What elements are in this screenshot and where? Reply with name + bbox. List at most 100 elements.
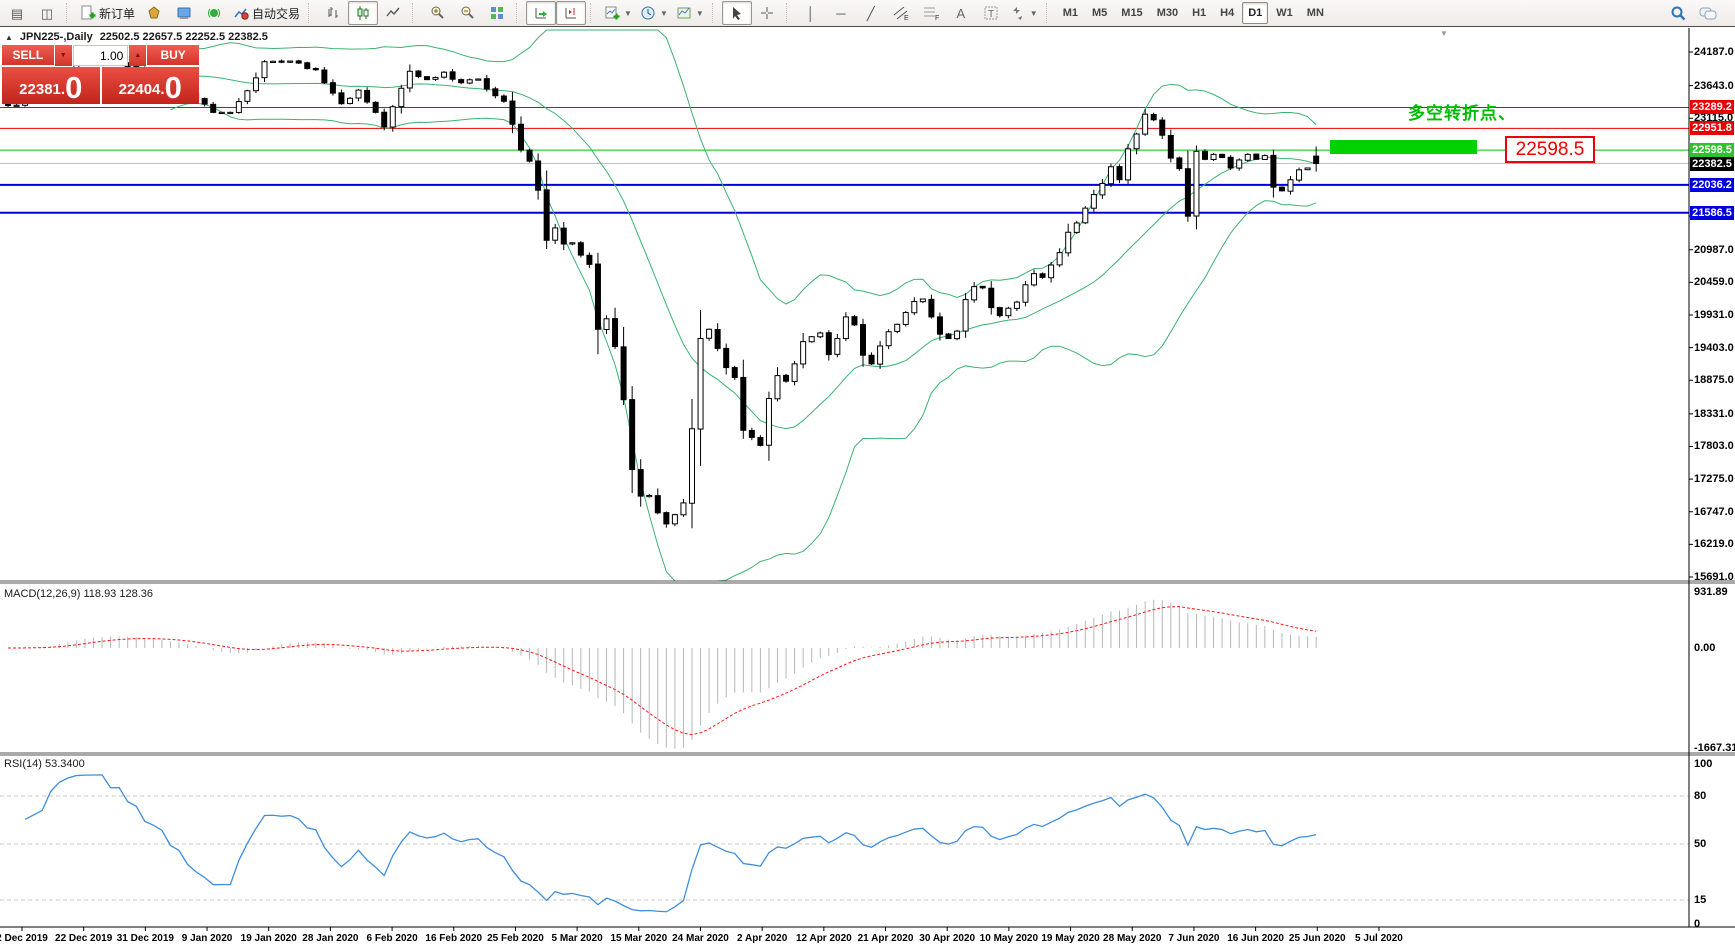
indicators-button[interactable]: ▼ (600, 1, 636, 25)
turning-point-annotation[interactable]: 多空转折点、 (1408, 99, 1516, 124)
date-axis-label: 28 Jan 2020 (302, 933, 358, 944)
arrows-button[interactable]: ▼ (1006, 1, 1042, 25)
search-icon[interactable] (1663, 1, 1693, 25)
date-axis-label: 15 Mar 2020 (610, 933, 667, 944)
indicators-icon (604, 5, 620, 21)
price-axis-tick: 15691.0 (1694, 571, 1734, 584)
volume-increase-button[interactable]: ▲ (129, 45, 146, 66)
templates-button[interactable]: ▼ (672, 1, 708, 25)
periods-icon (640, 5, 656, 21)
autotrading-label: 自动交易 (252, 5, 300, 22)
rsi-axis-tick: 15 (1694, 894, 1706, 907)
date-axis-label: 28 May 2020 (1103, 933, 1161, 944)
date-axis-label: 12 Apr 2020 (796, 933, 852, 944)
date-axis-label: 30 Apr 2020 (919, 933, 975, 944)
date-axis-label: 22 Dec 2019 (55, 933, 112, 944)
chart-shift-marker-icon[interactable]: ▼ (1440, 29, 1448, 38)
rsi-axis-tick: 80 (1694, 790, 1706, 803)
chart-shift-icon[interactable] (556, 1, 586, 25)
macd-axis-tick: -1667.31 (1694, 742, 1735, 755)
signals-icon[interactable] (199, 1, 229, 25)
price-badge: 21586.5 (1690, 206, 1734, 220)
date-axis-label: 19 May 2020 (1041, 933, 1099, 944)
macd-axis-tick: 931.89 (1694, 586, 1728, 599)
cursor-icon[interactable] (722, 1, 752, 25)
price-axis-tick: 24187.0 (1694, 46, 1734, 59)
price-axis-tick: 16747.0 (1694, 506, 1734, 519)
buy-price-main: 22404 (119, 77, 161, 103)
text-icon[interactable]: A (946, 1, 976, 25)
new-order-button[interactable]: 新订单 (76, 1, 139, 25)
sell-button[interactable]: SELL (2, 45, 54, 66)
timeframe-w1[interactable]: W1 (1270, 2, 1299, 24)
date-axis-label: 16 Feb 2020 (425, 933, 482, 944)
timeframe-h1[interactable]: H1 (1186, 2, 1212, 24)
price-level-label-box[interactable]: 22598.5 (1505, 136, 1595, 163)
market-watch-icon[interactable]: ▤ (2, 1, 32, 25)
tile-windows-icon[interactable] (482, 1, 512, 25)
sell-price-pips: 0 (65, 73, 82, 103)
timeframe-h4[interactable]: H4 (1214, 2, 1240, 24)
text-label-icon[interactable]: T (976, 1, 1006, 25)
order-controls-row: SELL ▼ 1.00 ▲ BUY (2, 45, 199, 66)
trendline-icon[interactable]: ╱ (856, 1, 886, 25)
data-window-icon[interactable]: ◫ (32, 1, 62, 25)
date-axis-label: 25 Feb 2020 (487, 933, 544, 944)
price-axis-tick: 23643.0 (1694, 80, 1734, 93)
profiles-icon[interactable] (169, 1, 199, 25)
line-chart-icon[interactable] (378, 1, 408, 25)
new-order-icon (80, 5, 96, 21)
volume-decrease-button[interactable]: ▼ (55, 45, 72, 66)
date-axis-label: 5 Jul 2020 (1355, 933, 1403, 944)
periods-button[interactable]: ▼ (636, 1, 672, 25)
price-axis-tick: 20459.0 (1694, 276, 1734, 289)
symbol-title-bar: ▲ JPN225-,Daily 22502.5 22657.5 22252.5 … (5, 31, 268, 43)
timeframe-bar: M1M5M15M30H1H4D1W1MN (1056, 2, 1331, 24)
arrows-icon (1010, 5, 1026, 21)
chevron-down-icon: ▼ (696, 9, 704, 18)
sell-price-box[interactable]: 22381.0 (2, 67, 100, 104)
chat-icon[interactable] (1693, 1, 1723, 25)
autotrading-button[interactable]: 自动交易 (229, 1, 304, 25)
svg-text:E: E (904, 15, 909, 21)
timeframe-m5[interactable]: M5 (1086, 2, 1113, 24)
timeframe-m1[interactable]: M1 (1057, 2, 1084, 24)
price-axis-tick: 17803.0 (1694, 440, 1734, 453)
ohlc-values: 22502.5 22657.5 22252.5 22382.5 (100, 31, 268, 43)
macd-indicator-label: MACD(12,26,9) 118.93 128.36 (4, 588, 153, 600)
one-click-trading-panel: SELL ▼ 1.00 ▲ BUY 22381.0 22404.0 (2, 45, 199, 104)
zoom-in-icon[interactable] (422, 1, 452, 25)
bar-chart-icon[interactable] (318, 1, 348, 25)
horizontal-line-icon[interactable]: ─ (826, 1, 856, 25)
new-order-label: 新订单 (99, 5, 135, 22)
channel-icon[interactable]: E (886, 1, 916, 25)
candlestick-icon[interactable] (348, 1, 378, 25)
toolbar-separator (1046, 3, 1053, 23)
timeframe-m30[interactable]: M30 (1151, 2, 1184, 24)
toolbar-separator (308, 3, 315, 23)
timeframe-m15[interactable]: M15 (1115, 2, 1148, 24)
crosshair-icon[interactable] (752, 1, 782, 25)
date-axis-label: 9 Jan 2020 (182, 933, 233, 944)
volume-input[interactable]: 1.00 (73, 45, 129, 66)
price-axis-tick: 18331.0 (1694, 408, 1734, 421)
date-axis-label: 31 Dec 2019 (117, 933, 174, 944)
price-badge: 23289.2 (1690, 100, 1734, 114)
timeframe-mn[interactable]: MN (1301, 2, 1330, 24)
toolbar-separator (412, 3, 419, 23)
mt4-window: { "toolbar": { "new_order_label": "新订单",… (0, 0, 1735, 949)
fibonacci-icon[interactable]: F (916, 1, 946, 25)
symbol-period-label: JPN225-,Daily (20, 31, 93, 43)
auto-scroll-icon[interactable] (526, 1, 556, 25)
chart-area[interactable]: ▲ JPN225-,Daily 22502.5 22657.5 22252.5 … (0, 28, 1735, 949)
sell-price-main: 22381 (19, 77, 61, 103)
zoom-out-icon[interactable] (452, 1, 482, 25)
vertical-line-icon[interactable]: │ (796, 1, 826, 25)
price-badge: 22598.5 (1690, 143, 1734, 157)
buy-price-box[interactable]: 22404.0 (102, 67, 200, 104)
date-axis-label: 24 Mar 2020 (672, 933, 729, 944)
timeframe-d1[interactable]: D1 (1242, 2, 1268, 24)
collapse-icon[interactable]: ▲ (5, 33, 13, 42)
buy-button[interactable]: BUY (147, 45, 199, 66)
new-chart-icon[interactable] (139, 1, 169, 25)
